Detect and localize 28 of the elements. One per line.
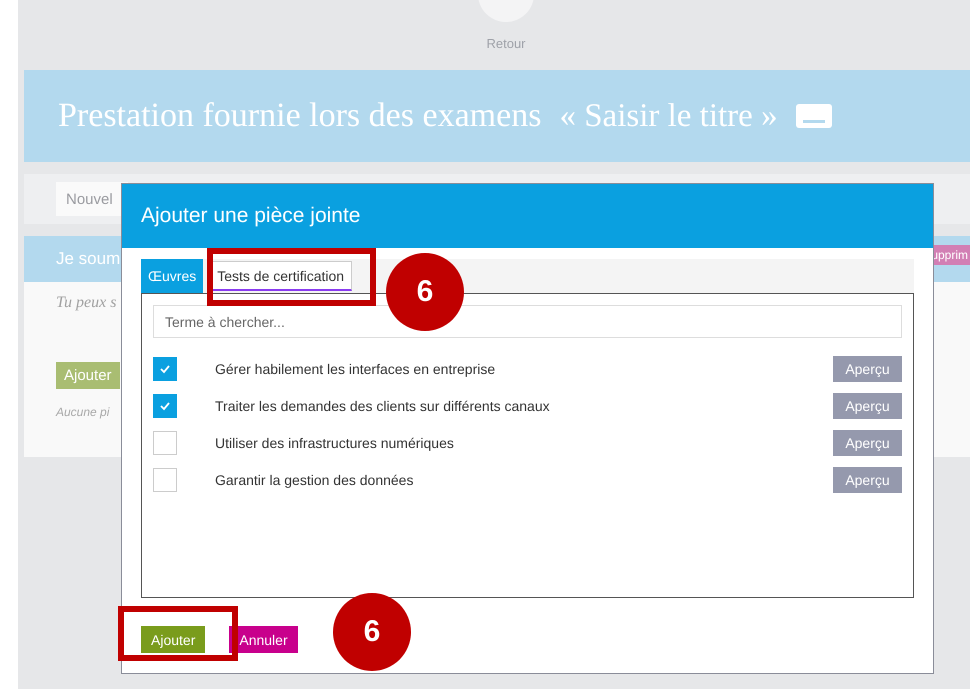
item-label: Utiliser des infrastructures numériques xyxy=(215,434,455,450)
empty-note: Aucune pi xyxy=(56,405,110,419)
new-field[interactable]: Nouvel xyxy=(56,182,128,216)
preview-button[interactable]: Aperçu xyxy=(833,430,902,456)
preview-button[interactable]: Aperçu xyxy=(833,466,902,492)
dialog-title: Ajouter une pièce jointe xyxy=(141,204,360,228)
check-icon xyxy=(159,400,171,410)
hint-text: Tu peux s xyxy=(56,294,116,312)
item-label: Garantir la gestion des données xyxy=(215,472,414,488)
checkbox[interactable] xyxy=(153,394,177,418)
item-label: Gérer habilement les interfaces en entreprise xyxy=(215,360,496,376)
add-button[interactable]: Ajouter xyxy=(141,626,206,653)
keyboard-icon[interactable] xyxy=(796,104,832,128)
page-title: Prestation fournie lors des examens xyxy=(58,97,542,135)
checkbox[interactable] xyxy=(153,468,177,492)
preview-button[interactable]: Aperçu xyxy=(833,392,902,418)
tab[interactable]: Œuvres xyxy=(141,259,204,293)
checkbox[interactable] xyxy=(153,356,177,380)
check-icon xyxy=(159,364,171,374)
checkbox[interactable] xyxy=(153,430,177,454)
preview-button[interactable]: Aperçu xyxy=(833,356,902,382)
cancel-button[interactable]: Annuler xyxy=(229,626,298,653)
item-label: Traiter les demandes des clients sur différents canaux xyxy=(215,398,551,414)
search-field[interactable]: Terme à chercher... xyxy=(153,305,902,338)
back-label: Retour xyxy=(486,36,526,51)
add-button[interactable]: Ajouter xyxy=(56,362,120,389)
section-title: Je soum xyxy=(56,249,120,269)
title-hint[interactable]: « Saisir le titre » xyxy=(559,98,778,134)
